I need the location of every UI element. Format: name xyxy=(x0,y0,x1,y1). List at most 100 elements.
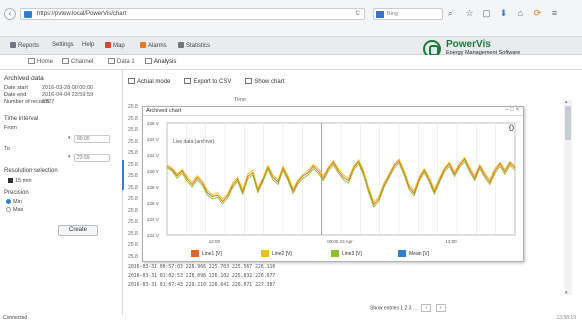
x-tick-label: 12:00 xyxy=(445,239,457,244)
map-icon xyxy=(105,42,111,48)
vertical-scrollbar[interactable]: ▴ ▾ xyxy=(564,99,572,296)
to-spinner-icon[interactable]: ▾ xyxy=(68,154,73,162)
chart-legend: Line1 [V] Line2 [V] Line3 [V] Mean [V] xyxy=(143,248,523,260)
menu-help[interactable]: Help xyxy=(82,42,94,48)
resolution-option[interactable]: 15 min xyxy=(8,178,32,184)
download-icon[interactable]: ⬇ xyxy=(499,8,508,19)
from-label: From xyxy=(4,125,17,131)
legend-item[interactable]: Line2 [V] xyxy=(261,250,292,257)
legend-swatch xyxy=(398,250,406,257)
date-end-label: Date end xyxy=(4,92,27,98)
y-tick-label: 234 V xyxy=(147,137,159,142)
menu-statistics[interactable]: Statistics xyxy=(178,42,210,49)
x-tick-label: 12:00 xyxy=(209,239,221,244)
sync-icon[interactable]: ⟳ xyxy=(533,8,542,19)
menu-map[interactable]: Map xyxy=(105,42,125,49)
export-icon xyxy=(184,78,192,84)
chart-icon xyxy=(245,78,253,84)
search-icon[interactable]: ⌕ xyxy=(448,9,452,19)
pager: Show entries 1 2 3 ... ‹ › xyxy=(370,304,446,314)
menu-settings-label: Settings xyxy=(52,42,74,48)
table-row[interactable]: 2016-03-31 01:07:43 229.210 226.641 226.… xyxy=(128,283,275,292)
menu-alarms-label: Alarms xyxy=(148,43,167,49)
actual-mode-button[interactable]: Actual mode xyxy=(128,78,170,88)
date-start-value: 2016-03-28 00:00:00 xyxy=(42,85,94,91)
table-row[interactable]: 2016-03-31 01:02:53 228.098 226.102 225.… xyxy=(128,274,275,283)
export-csv-button[interactable]: Export to CSV xyxy=(184,78,231,88)
precision-max[interactable]: Max xyxy=(6,207,23,213)
reload-icon[interactable]: C xyxy=(356,11,360,17)
tab-data[interactable]: Data 1 xyxy=(108,58,135,65)
legend-label: Line3 [V] xyxy=(342,251,362,257)
address-bar[interactable]: https://pvtew.local/PowerVis/chart C xyxy=(20,8,365,20)
menu-reports-label: Reports xyxy=(18,43,40,49)
legend-swatch xyxy=(191,250,199,257)
to-field[interactable]: 23:59 xyxy=(74,154,110,162)
chart-window: Archived chart – □ × 0 Live data (archiv… xyxy=(142,106,524,262)
tab-bar: Home Channel Data 1 Analysis xyxy=(0,55,582,70)
status-left: Connected xyxy=(3,315,28,321)
from-field[interactable]: 00:00 xyxy=(74,135,110,143)
back-icon[interactable]: ‹ xyxy=(4,8,16,20)
chart-plot[interactable]: 236 V 234 V 232 V 230 V 228 V 226 V 224 V 222 V… xyxy=(143,107,525,248)
left-panel: Archived data Date start 2016-03-28 00:0… xyxy=(0,70,123,315)
browser-toolbar-icons: ☆ ▢ ⬇ ⌂ ⟳ ≡ xyxy=(465,8,559,19)
tab-home[interactable]: Home xyxy=(28,58,53,65)
menu-settings[interactable]: Settings xyxy=(52,42,74,48)
main-toolbar: Actual mode Export to CSV Show chart xyxy=(128,78,284,88)
precision-min-label: Min xyxy=(13,199,22,205)
legend-item[interactable]: Mean [V] xyxy=(398,250,429,257)
table-row[interactable]: 2016-03-31 00:57:03 228.966 225.703 225.… xyxy=(128,265,275,274)
export-csv-label: Export to CSV xyxy=(193,79,232,85)
brand-name: PowerVis xyxy=(446,39,491,50)
scroll-down-icon[interactable]: ▾ xyxy=(565,290,568,296)
precision-title: Precision xyxy=(4,190,29,196)
time-column-header[interactable]: Time xyxy=(234,97,246,103)
statistics-icon xyxy=(178,42,184,48)
tab-channel-label: Channel xyxy=(71,59,94,65)
data-tab-icon xyxy=(108,58,115,64)
precision-min-radio[interactable] xyxy=(6,199,11,204)
tab-analysis[interactable]: Analysis xyxy=(145,58,176,65)
y-tick-label: 232 V xyxy=(147,153,159,158)
date-end-value: 2016-04-04 23:59:59 xyxy=(42,92,94,98)
y-tick-label: 230 V xyxy=(147,169,159,174)
scroll-thumb[interactable] xyxy=(565,106,571,140)
precision-min[interactable]: Min xyxy=(6,199,22,205)
url-text: https://pvtew.local/PowerVis/chart xyxy=(37,11,127,17)
prev-page-button[interactable]: ‹ xyxy=(421,304,432,312)
tab-channel[interactable]: Channel xyxy=(62,58,93,65)
reading-list-icon[interactable]: ▢ xyxy=(482,8,491,19)
show-chart-button[interactable]: Show chart xyxy=(245,78,284,88)
next-page-button[interactable]: › xyxy=(435,304,446,312)
star-icon[interactable]: ☆ xyxy=(465,8,474,19)
menu-alarms[interactable]: Alarms xyxy=(140,42,167,49)
tab-home-label: Home xyxy=(37,59,54,65)
legend-label: Line2 [V] xyxy=(272,251,292,257)
menu-reports[interactable]: Reports xyxy=(10,42,39,49)
legend-item[interactable]: Line3 [V] xyxy=(331,250,362,257)
actual-mode-label: Actual mode xyxy=(137,79,171,85)
scroll-up-icon[interactable]: ▴ xyxy=(565,99,568,105)
precision-max-label: Max xyxy=(13,207,24,213)
y-tick-label: 236 V xyxy=(147,121,159,126)
precision-max-radio[interactable] xyxy=(6,207,11,212)
menu-icon[interactable]: ≡ xyxy=(550,8,559,19)
legend-item[interactable]: Line1 [V] xyxy=(191,250,222,257)
to-label: To xyxy=(4,146,10,152)
data-table: 2016-03-31 00:57:03 228.966 225.703 225.… xyxy=(128,265,275,292)
y-tick-label: 224 V xyxy=(147,217,159,222)
search-box[interactable]: Bing xyxy=(373,8,443,20)
create-button[interactable]: Create xyxy=(58,225,98,236)
home-icon[interactable]: ⌂ xyxy=(516,8,525,19)
from-spinner-icon[interactable]: ▾ xyxy=(68,135,73,143)
actual-mode-icon xyxy=(128,78,135,84)
search-placeholder: Bing xyxy=(387,11,399,17)
legend-label: Line1 [V] xyxy=(202,251,222,257)
tab-analysis-label: Analysis xyxy=(154,59,177,65)
legend-swatch xyxy=(331,250,339,257)
resolution-checkbox[interactable] xyxy=(8,178,13,183)
resolution-title: Resolution selection xyxy=(4,168,58,174)
channel-tab-icon xyxy=(62,58,69,64)
menu-help-label: Help xyxy=(82,42,95,48)
